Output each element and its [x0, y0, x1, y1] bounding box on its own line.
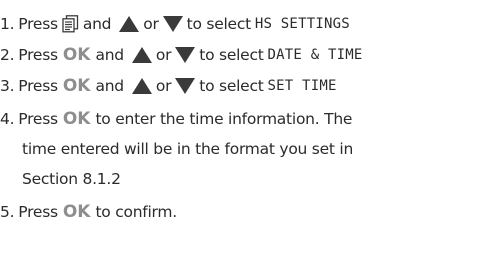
- step-number: 4.: [0, 110, 15, 128]
- step-number: 2.: [0, 46, 15, 64]
- step-press-text: Press: [18, 46, 58, 64]
- step-or-text: or: [143, 15, 159, 33]
- ok-key-label: OK: [62, 76, 91, 96]
- down-arrow-icon: [173, 75, 197, 97]
- step-text: time entered will be in the format you s…: [22, 140, 354, 158]
- step-or-text: or: [155, 46, 172, 64]
- menu-item-label: DATE & TIME: [267, 47, 363, 63]
- step-4-continuation: Section 8.1.2: [22, 164, 121, 194]
- step-press-text: Press: [18, 15, 58, 33]
- step-3: 3. Press OK and or to select SET TIME: [0, 71, 337, 101]
- step-and-text: and: [95, 46, 124, 64]
- ok-key-label: OK: [62, 202, 91, 222]
- instruction-steps: 1. Press and or to select HS SETTINGS 2.…: [0, 0, 503, 261]
- step-number: 1.: [0, 15, 15, 33]
- menu-list-icon: [62, 15, 79, 33]
- step-2: 2. Press OK and or to select DATE & TIME: [0, 40, 362, 70]
- step-number: 5.: [0, 203, 15, 221]
- step-4: 4. Press OK to enter the time informatio…: [0, 104, 352, 134]
- step-text: to enter the time information. The: [95, 110, 353, 128]
- menu-item-label: SET TIME: [267, 78, 337, 94]
- step-press-text: Press: [18, 77, 58, 95]
- step-4-continuation: time entered will be in the format you s…: [22, 134, 353, 164]
- up-arrow-icon: [130, 44, 154, 66]
- menu-item-label: HS SETTINGS: [254, 16, 350, 32]
- step-number: 3.: [0, 77, 15, 95]
- up-arrow-icon: [130, 75, 154, 97]
- section-reference: Section 8.1.2: [22, 170, 121, 188]
- ok-key-label: OK: [62, 109, 91, 129]
- step-or-text: or: [155, 77, 172, 95]
- step-and-text: and: [82, 15, 112, 33]
- step-select-text: to select: [186, 15, 252, 33]
- step-1: 1. Press and or to select HS SETTINGS: [0, 9, 350, 39]
- step-select-text: to select: [199, 46, 264, 64]
- step-5: 5. Press OK to confirm.: [0, 197, 177, 227]
- step-text: to confirm.: [95, 203, 177, 221]
- up-arrow-icon: [117, 13, 142, 35]
- down-arrow-icon: [173, 44, 197, 66]
- step-select-text: to select: [199, 77, 264, 95]
- step-press-text: Press: [18, 110, 58, 128]
- ok-key-label: OK: [62, 45, 91, 65]
- step-press-text: Press: [18, 203, 58, 221]
- down-arrow-icon: [161, 13, 185, 35]
- step-and-text: and: [95, 77, 124, 95]
